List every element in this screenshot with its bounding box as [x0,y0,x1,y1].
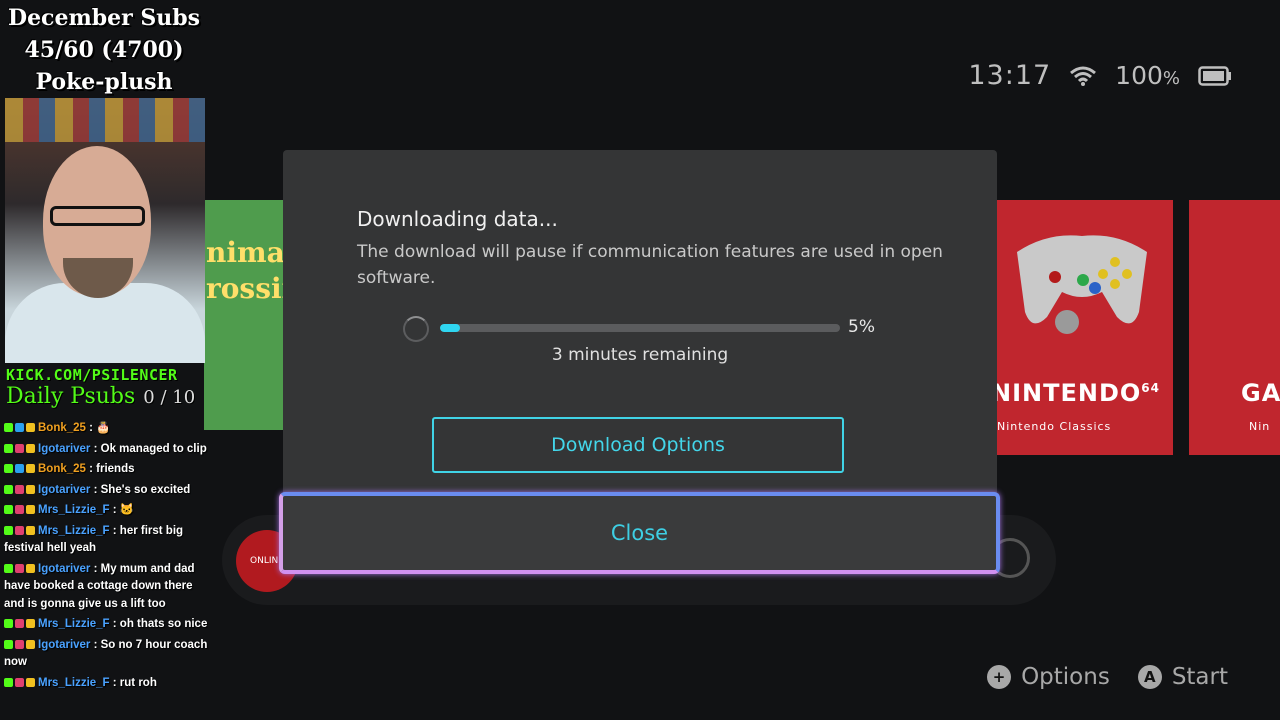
status-bar: 13:17 100% [968,60,1232,91]
a-button-icon: A [1137,665,1162,689]
chat-badges-icon [4,423,35,433]
chat-text: : oh thats so nice [109,618,208,630]
chat-badges-icon [4,443,35,453]
download-progress-fill [440,324,460,332]
chat-username[interactable]: Mrs_Lizzie_F [38,618,110,630]
chat-badges-icon [4,677,35,687]
chat-message: Mrs_Lizzie_F : 🐱 [4,502,209,520]
chat-badges-icon [4,525,35,535]
chat-message: Bonk_25 : friends [4,461,209,479]
wifi-icon [1069,66,1097,86]
chat-message: Mrs_Lizzie_F : rut roh [4,675,209,693]
chat-badges-icon [4,639,35,649]
chat-badges-icon [4,505,35,515]
chat-username[interactable]: Igotariver [38,563,90,575]
chat-username[interactable]: Bonk_25 [38,422,86,434]
start-hint-label: Start [1171,664,1228,690]
options-hint[interactable]: + Options [987,664,1110,690]
game-tile-subtitle: Nintendo Classics [997,420,1112,433]
chat-message: Igotariver : Ok managed to clip [4,441,209,459]
subs-goal-overlay: December Subs 45/60 (4700) Poke-plush [4,2,204,98]
webcam-feed [5,98,205,363]
chat-username[interactable]: Mrs_Lizzie_F [38,504,110,516]
options-hint-label: Options [1021,664,1110,690]
dialog-description: The download will pause if communication… [357,242,943,288]
chat-username[interactable]: Mrs_Lizzie_F [38,525,110,537]
close-button[interactable]: Close [279,492,1000,574]
webcam-glasses [50,206,145,226]
game-tile-n64[interactable]: NINTENDO64 Nintendo Classics [997,200,1173,455]
overlay-line: Poke-plush [35,69,173,95]
game-tile-title: NINTENDO64 [997,379,1160,407]
overlay-line: December Subs [7,5,201,31]
chat-message: Igotariver : My mum and dad have booked … [4,561,209,614]
plus-button-icon: + [987,665,1012,689]
chat-message: Igotariver : So no 7 hour coach now [4,637,209,672]
chat-username[interactable]: Mrs_Lizzie_F [38,677,110,689]
n64-controller-icon [1007,222,1157,356]
chat-message: Bonk_25 : 🎂 [4,420,209,438]
game-tile-animal-crossing[interactable]: nimalrossin [204,200,284,430]
start-hint[interactable]: A Start [1137,664,1228,690]
game-tile-title: GA [1241,379,1280,407]
chat-message: Igotariver : She's so excited [4,482,209,500]
button-hints: + Options A Start [987,664,1228,690]
kick-url: KICK.COM/PSILENCER [6,366,178,384]
game-tile-subtitle: Nin [1249,420,1271,433]
chat-username[interactable]: Bonk_25 [38,463,86,475]
download-percent: 5% [848,317,875,337]
chat-text: : friends [85,463,135,475]
download-progress-bar [440,324,840,332]
chat-badges-icon [4,464,35,474]
game-tile-title: nimalrossin [206,236,284,305]
clock: 13:17 [968,60,1052,91]
loading-spinner-icon [403,316,429,342]
chat-message: Mrs_Lizzie_F : oh thats so nice [4,616,209,634]
webcam-background [5,98,205,142]
chat-badges-icon [4,619,35,629]
chat-message: Mrs_Lizzie_F : her first big festival he… [4,523,209,558]
chat-text: : 🐱 [109,504,135,516]
chat-badges-icon [4,563,35,573]
chat-badges-icon [4,484,35,494]
chat-panel: Bonk_25 : 🎂 Igotariver : Ok managed to cl… [4,420,209,695]
dialog-title: Downloading data... [357,207,558,231]
download-options-button[interactable]: Download Options [432,417,844,473]
chat-text: : She's so excited [90,483,191,496]
battery-icon [1198,65,1232,86]
chat-text: : Ok managed to clip [90,442,207,455]
chat-text: : 🎂 [85,422,111,434]
chat-username[interactable]: Igotariver [38,443,90,455]
time-remaining: 3 minutes remaining [551,345,729,365]
game-tile-next[interactable]: GA Nin [1189,200,1280,455]
chat-username[interactable]: Igotariver [38,639,90,651]
overlay-line: 45/60 (4700) [24,37,184,63]
chat-text: : rut roh [109,676,157,689]
daily-psubs: Daily Psubs 0 / 10 [6,384,196,409]
battery-percent: 100% [1115,61,1180,90]
chat-username[interactable]: Igotariver [38,484,90,496]
